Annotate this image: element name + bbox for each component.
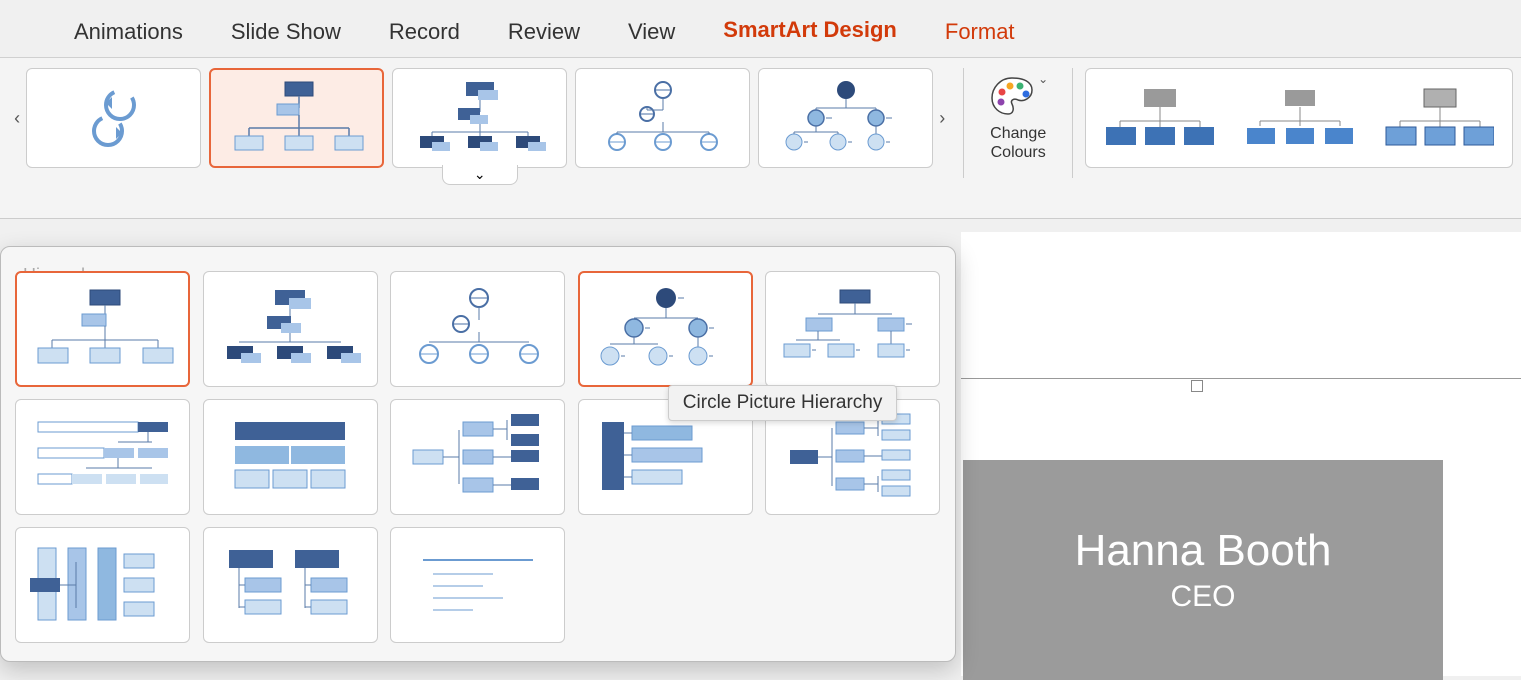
smartart-style-gallery: [1085, 68, 1513, 168]
change-colours-label: Change Colours: [990, 124, 1046, 162]
layout-thumb-circle-picture[interactable]: [758, 68, 933, 168]
dd-layout-horizontal-hierarchy[interactable]: [390, 399, 565, 515]
tab-animations[interactable]: Animations: [50, 9, 207, 61]
smartart-selection-border[interactable]: [961, 378, 1521, 394]
tab-format[interactable]: Format: [921, 9, 1039, 61]
tab-review[interactable]: Review: [484, 9, 604, 61]
ribbon-tabs: Animations Slide Show Record Review View…: [0, 0, 1521, 58]
dd-layout-table-hierarchy[interactable]: [203, 399, 378, 515]
layout-dropdown-panel: Hierarchy: [0, 246, 956, 662]
layout-thumb-org-chart[interactable]: [209, 68, 384, 168]
layout-thumb-name-title-org[interactable]: ⌄: [392, 68, 567, 168]
tab-record[interactable]: Record: [365, 9, 484, 61]
tab-view[interactable]: View: [604, 9, 699, 61]
palette-icon: [988, 72, 1036, 120]
org-chart-node-ceo[interactable]: Hanna Booth CEO: [963, 460, 1443, 680]
dd-layout-hierarchy-list[interactable]: [203, 527, 378, 643]
node-title: CEO: [1170, 580, 1235, 614]
dd-layout-org-chart[interactable]: [15, 271, 190, 387]
toolbar-divider: [1072, 68, 1073, 178]
layout-thumb-half-circle-org[interactable]: [575, 68, 750, 168]
dd-layout-horizontal-labeled[interactable]: [15, 527, 190, 643]
toolbar-divider: [963, 68, 964, 178]
smartart-toolbar: ‹: [0, 58, 1521, 219]
node-name: Hanna Booth: [1075, 526, 1332, 576]
layout-gallery-strip: ⌄: [26, 68, 933, 168]
gallery-expand-button[interactable]: ⌄: [442, 165, 518, 185]
dd-layout-lined-list[interactable]: [390, 527, 565, 643]
change-colours-button[interactable]: ⌄ Change Colours: [976, 68, 1060, 166]
tab-smartart-design[interactable]: SmartArt Design: [699, 7, 921, 63]
gallery-prev-button[interactable]: ‹: [8, 68, 26, 168]
chevron-down-icon: ⌄: [1038, 72, 1048, 86]
dd-layout-name-title-org[interactable]: [203, 271, 378, 387]
selection-handle[interactable]: [1191, 380, 1203, 392]
dd-layout-hierarchy[interactable]: [765, 271, 940, 387]
dd-layout-circle-picture[interactable]: Circle Picture Hierarchy: [578, 271, 753, 387]
dd-layout-labeled-hierarchy[interactable]: [15, 399, 190, 515]
dd-layout-half-circle-org[interactable]: [390, 271, 565, 387]
style-thumb-2[interactable]: [1244, 83, 1354, 153]
chevron-down-icon: ⌄: [474, 166, 486, 183]
style-thumb-1[interactable]: [1104, 83, 1214, 153]
slide-canvas: Hanna Booth CEO: [961, 232, 1521, 676]
layout-tooltip: Circle Picture Hierarchy: [668, 385, 898, 421]
layout-thumb-cycle[interactable]: [26, 68, 201, 168]
style-thumb-3[interactable]: [1384, 83, 1494, 153]
gallery-next-button[interactable]: ›: [933, 68, 951, 168]
tab-slideshow[interactable]: Slide Show: [207, 9, 365, 61]
